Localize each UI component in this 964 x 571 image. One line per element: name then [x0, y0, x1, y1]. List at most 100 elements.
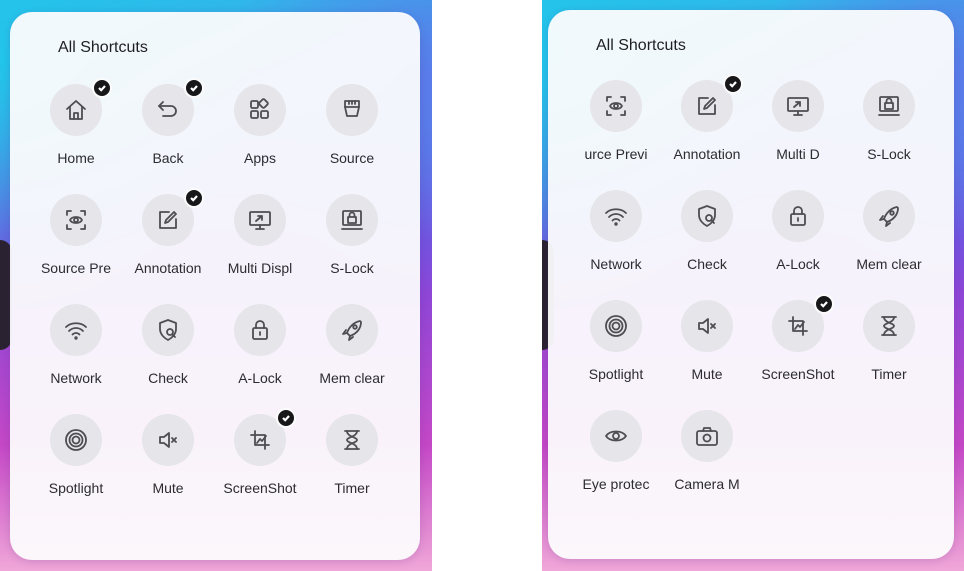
shortcut-tile[interactable]: Mute [122, 414, 214, 524]
mute-icon [698, 318, 716, 334]
shortcut-tile[interactable]: Network [30, 304, 122, 414]
shortcuts-panel-left: All Shortcuts Home Back Apps Source Source P… [10, 12, 420, 560]
rocket-icon [879, 206, 899, 227]
shortcut-tile[interactable]: Check [661, 190, 753, 300]
shortcut-icon-button[interactable] [142, 304, 194, 356]
screenshot-right: All Shortcuts urce Previ Annotation Multi … [542, 0, 964, 571]
shortcut-tile[interactable]: Network [570, 190, 662, 300]
shortcut-icon-button[interactable] [50, 414, 102, 466]
spotlight-icon [65, 429, 87, 451]
shortcut-icon-button[interactable] [590, 190, 642, 242]
shortcut-icon-button[interactable] [863, 300, 915, 352]
camera-icon [696, 427, 718, 446]
wifi-icon [605, 208, 627, 226]
shortcut-tile[interactable]: Spotlight [30, 414, 122, 524]
shortcut-icon-button[interactable] [50, 304, 102, 356]
shortcut-icon-button[interactable] [772, 80, 824, 132]
check-shield-icon [698, 205, 716, 227]
shortcut-tile[interactable]: Spotlight [570, 300, 662, 410]
shortcut-tile[interactable]: Mem clear [306, 304, 398, 414]
shortcut-icon-button[interactable] [234, 194, 286, 246]
shortcut-tile[interactable]: A-Lock [214, 304, 306, 414]
shortcut-label: Spotlight [588, 366, 644, 382]
shortcut-tile[interactable]: Timer [843, 300, 935, 410]
shortcut-icon-button[interactable] [234, 84, 286, 136]
shortcut-tile[interactable]: Annotation [661, 74, 753, 190]
shortcut-icon-button[interactable] [234, 304, 286, 356]
shortcut-tile[interactable]: Apps [214, 84, 306, 194]
shortcut-tile[interactable]: S-Lock [306, 194, 398, 304]
shortcut-label: Apps [244, 150, 276, 166]
panel-title: All Shortcuts [596, 37, 686, 54]
shortcut-icon-button[interactable] [863, 80, 915, 132]
shortcut-label: Check [148, 370, 188, 386]
shortcut-tile[interactable]: Mem clear [843, 190, 935, 300]
shortcut-icon-button[interactable] [772, 190, 824, 242]
shortcut-label: Multi Displ [227, 260, 293, 276]
shortcut-label: urce Previ [584, 146, 648, 162]
source-icon [344, 100, 360, 117]
shortcut-tile[interactable]: Back [122, 78, 214, 194]
shortcut-icon-button[interactable] [863, 190, 915, 242]
shortcut-label: ScreenShot [223, 480, 297, 496]
shortcut-tile[interactable]: S-Lock [843, 80, 935, 190]
back-icon [158, 101, 177, 117]
shortcut-icon-button[interactable] [681, 410, 733, 462]
shortcut-icon-button[interactable] [326, 194, 378, 246]
shortcut-label: Annotation [673, 146, 741, 162]
shortcut-icon-button[interactable] [142, 414, 194, 466]
shortcut-icon-button[interactable] [50, 194, 102, 246]
shortcut-label: A-Lock [238, 370, 282, 386]
padlock-icon [790, 206, 806, 226]
shortcut-label: Camera M [674, 476, 740, 492]
multi-display-icon [249, 211, 271, 230]
checkmark-badge-icon [184, 78, 204, 98]
shortcut-label: S-Lock [867, 146, 911, 162]
shortcut-label: Home [57, 150, 95, 166]
shortcut-tile[interactable]: Source Pre [30, 194, 122, 304]
shortcut-icon-button[interactable] [590, 80, 642, 132]
shortcut-tile[interactable]: A-Lock [752, 190, 844, 300]
shortcut-label: Source [329, 150, 375, 166]
shortcut-label: Annotation [134, 260, 202, 276]
screenshot-left: All Shortcuts Home Back Apps Source Source P… [0, 0, 432, 571]
screen-lock-icon [341, 210, 363, 230]
shortcut-label: Timer [334, 480, 370, 496]
padlock-icon [252, 320, 268, 340]
shortcut-label: Spotlight [48, 480, 104, 496]
screenshot-icon [250, 430, 270, 450]
hourglass-icon [881, 316, 897, 336]
shortcut-icon-button[interactable] [326, 84, 378, 136]
shortcut-tile[interactable]: Mute [661, 300, 753, 410]
shortcut-label: Mute [152, 480, 184, 496]
shortcut-icon-button[interactable] [590, 300, 642, 352]
shortcut-tile[interactable]: Annotation [122, 188, 214, 304]
shortcut-tile[interactable]: Eye protec [570, 410, 662, 520]
shortcut-icon-button[interactable] [681, 300, 733, 352]
shortcut-tile[interactable]: ScreenShot [214, 408, 306, 524]
shortcut-tile[interactable]: Source [306, 84, 398, 194]
checkmark-badge-icon [92, 78, 112, 98]
shortcut-tile[interactable]: urce Previ [570, 80, 662, 190]
spotlight-icon [605, 315, 627, 337]
shortcut-tile[interactable]: Multi D [752, 80, 844, 190]
shortcut-tile[interactable]: Check [122, 304, 214, 414]
shortcut-icon-button[interactable] [326, 304, 378, 356]
shortcuts-panel-right: All Shortcuts urce Previ Annotation Multi … [548, 10, 954, 559]
checkmark-badge-icon [814, 294, 834, 314]
shortcut-tile[interactable]: ScreenShot [752, 294, 844, 410]
multi-display-icon [787, 97, 809, 116]
shortcut-tile[interactable]: Multi Displ [214, 194, 306, 304]
shortcut-icon-button[interactable] [590, 410, 642, 462]
checkmark-badge-icon [184, 188, 204, 208]
shortcut-label: Multi D [776, 146, 820, 162]
shortcut-label: Mem clear [856, 256, 922, 272]
shortcut-tile[interactable]: Timer [306, 414, 398, 524]
shortcut-icon-button[interactable] [681, 190, 733, 242]
source-preview-icon [606, 96, 626, 116]
shortcut-icon-button[interactable] [326, 414, 378, 466]
eye-icon [605, 430, 627, 442]
shortcut-tile[interactable]: Camera M [661, 410, 753, 520]
source-preview-icon [66, 210, 86, 230]
shortcut-tile[interactable]: Home [30, 78, 122, 194]
